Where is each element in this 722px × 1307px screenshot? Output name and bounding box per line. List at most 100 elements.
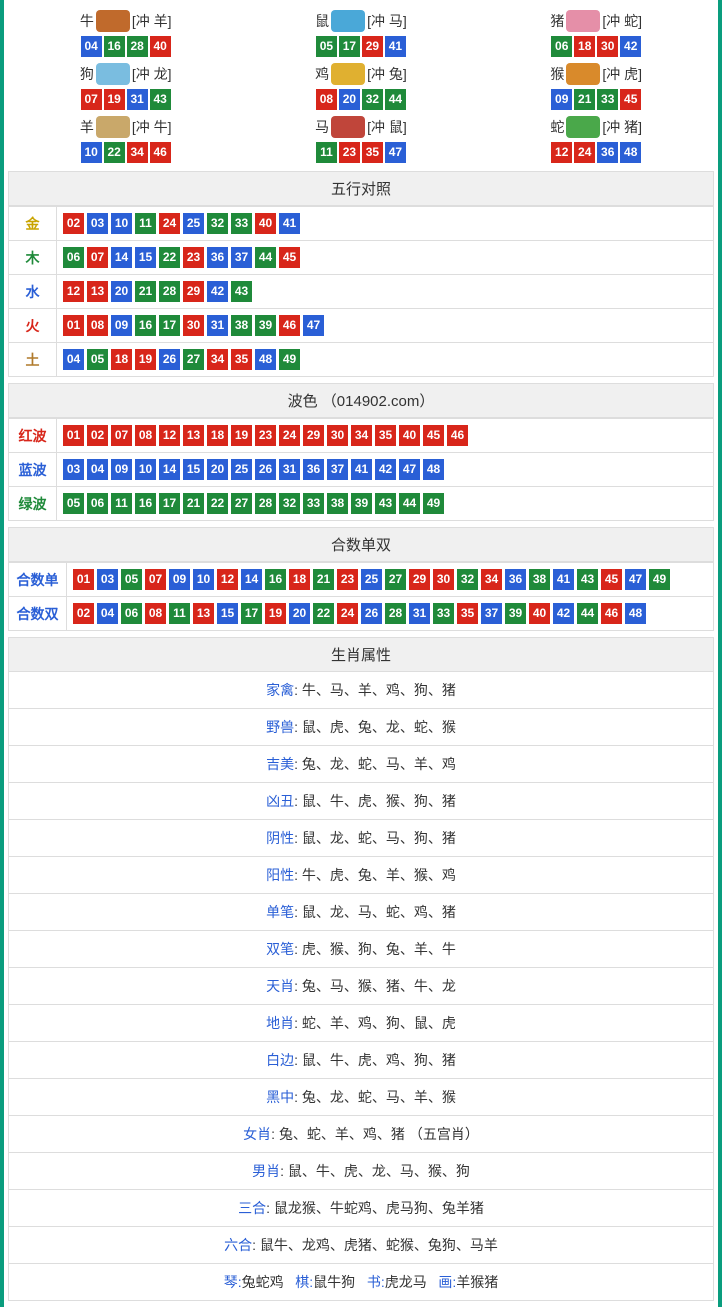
number-ball: 12 <box>159 425 180 446</box>
number-ball: 13 <box>183 425 204 446</box>
section-table: 金 02031011242532334041 木 060714152223363… <box>8 206 714 377</box>
number-ball: 10 <box>111 213 132 234</box>
attr-key: 阳性 <box>266 867 294 883</box>
row-label: 火 <box>9 309 57 343</box>
number-ball: 41 <box>351 459 372 480</box>
number-ball: 47 <box>399 459 420 480</box>
zodiac-numbers: 12243648 <box>479 142 714 163</box>
attr-key: 男肖 <box>252 1163 280 1179</box>
number-ball: 35 <box>375 425 396 446</box>
number-ball: 33 <box>597 89 618 110</box>
number-ball: 44 <box>255 247 276 268</box>
attr-row: 吉美: 兔、龙、蛇、马、羊、鸡 <box>8 746 714 783</box>
number-ball: 02 <box>73 603 94 624</box>
zodiac-numbers: 05172941 <box>243 36 478 57</box>
zodiac-cell: 羊 [冲 牛] 10223446 <box>8 112 243 165</box>
number-ball: 47 <box>625 569 646 590</box>
table-row: 水 1213202128294243 <box>9 275 714 309</box>
table-row: 火 0108091617303138394647 <box>9 309 714 343</box>
number-ball: 08 <box>316 89 337 110</box>
number-ball: 10 <box>81 142 102 163</box>
number-ball: 11 <box>316 142 337 163</box>
number-ball: 08 <box>87 315 108 336</box>
zodiac-icon <box>96 10 130 32</box>
attr-value: 鼠、虎、兔、龙、蛇、猴 <box>302 719 456 735</box>
number-ball: 16 <box>265 569 286 590</box>
zodiac-clash: [冲 鼠] <box>367 117 407 137</box>
number-ball: 25 <box>183 213 204 234</box>
number-ball: 22 <box>313 603 334 624</box>
number-ball: 16 <box>104 36 125 57</box>
attr-key: 凶丑 <box>266 793 294 809</box>
table-row: 绿波 05061116172122272832333839434449 <box>9 487 714 521</box>
zodiac-name: 马 <box>315 117 329 137</box>
number-ball: 26 <box>159 349 180 370</box>
attr-row: 双笔: 虎、猴、狗、兔、羊、牛 <box>8 931 714 968</box>
number-ball: 14 <box>159 459 180 480</box>
attr-value: 鼠、牛、虎、猴、狗、猪 <box>302 793 456 809</box>
attr-value: 鼠龙猴、牛蛇鸡、虎马狗、兔羊猪 <box>274 1200 484 1216</box>
zodiac-numbers: 07193143 <box>8 89 243 110</box>
attr-sep: : <box>294 1089 302 1105</box>
number-ball: 06 <box>87 493 108 514</box>
number-ball: 16 <box>135 493 156 514</box>
attr-value: 鼠、牛、虎、鸡、狗、猪 <box>302 1052 456 1068</box>
number-ball: 17 <box>241 603 262 624</box>
attr-sep: : <box>294 756 302 772</box>
attr-sep: : <box>294 793 302 809</box>
number-ball: 33 <box>433 603 454 624</box>
number-ball: 38 <box>327 493 348 514</box>
number-ball: 03 <box>63 459 84 480</box>
attr-value: 鼠、龙、马、蛇、鸡、猪 <box>302 904 456 920</box>
row-label: 水 <box>9 275 57 309</box>
number-ball: 41 <box>385 36 406 57</box>
zodiac-icon <box>566 116 600 138</box>
number-ball: 14 <box>111 247 132 268</box>
table-row: 土 04051819262734354849 <box>9 343 714 377</box>
number-ball: 30 <box>183 315 204 336</box>
attr-key: 女肖 <box>243 1126 271 1142</box>
attr-key: 三合 <box>238 1200 266 1216</box>
attr-value: 兔蛇鸡 <box>242 1274 284 1290</box>
attr-key: 地肖 <box>266 1015 294 1031</box>
number-ball: 08 <box>135 425 156 446</box>
zodiac-clash: [冲 马] <box>367 11 407 31</box>
zodiac-cell: 猴 [冲 虎] 09213345 <box>479 59 714 112</box>
number-ball: 36 <box>505 569 526 590</box>
number-ball: 42 <box>620 36 641 57</box>
number-ball: 28 <box>159 281 180 302</box>
number-ball: 23 <box>183 247 204 268</box>
number-ball: 40 <box>399 425 420 446</box>
zodiac-name: 狗 <box>80 64 94 84</box>
attr-key: 天肖 <box>266 978 294 994</box>
number-ball: 21 <box>574 89 595 110</box>
number-ball: 29 <box>409 569 430 590</box>
number-ball: 28 <box>127 36 148 57</box>
attr-key: 家禽 <box>266 682 294 698</box>
attr-sep: : <box>294 1052 302 1068</box>
row-values: 04051819262734354849 <box>57 343 714 377</box>
attr-value: 鼠牛、龙鸡、虎猪、蛇猴、兔狗、马羊 <box>260 1237 498 1253</box>
number-ball: 38 <box>231 315 252 336</box>
attr-sep: : <box>294 978 302 994</box>
row-label: 木 <box>9 241 57 275</box>
number-ball: 19 <box>135 349 156 370</box>
section-title: 合数单双 <box>8 527 714 562</box>
number-ball: 08 <box>145 603 166 624</box>
zodiac-clash: [冲 龙] <box>132 64 172 84</box>
zodiac-cell: 猪 [冲 蛇] 06183042 <box>479 6 714 59</box>
row-values: 03040910141520252631363741424748 <box>57 453 714 487</box>
number-ball: 46 <box>447 425 468 446</box>
number-ball: 01 <box>73 569 94 590</box>
number-ball: 48 <box>255 349 276 370</box>
zodiac-name: 猪 <box>550 11 564 31</box>
number-ball: 47 <box>385 142 406 163</box>
number-ball: 43 <box>375 493 396 514</box>
number-ball: 09 <box>551 89 572 110</box>
attr-value: 兔、蛇、羊、鸡、猪 （五宫肖） <box>279 1126 479 1142</box>
attr-row: 地肖: 蛇、羊、鸡、狗、鼠、虎 <box>8 1005 714 1042</box>
number-ball: 39 <box>255 315 276 336</box>
zodiac-clash: [冲 虎] <box>602 64 642 84</box>
number-ball: 48 <box>423 459 444 480</box>
number-ball: 04 <box>63 349 84 370</box>
